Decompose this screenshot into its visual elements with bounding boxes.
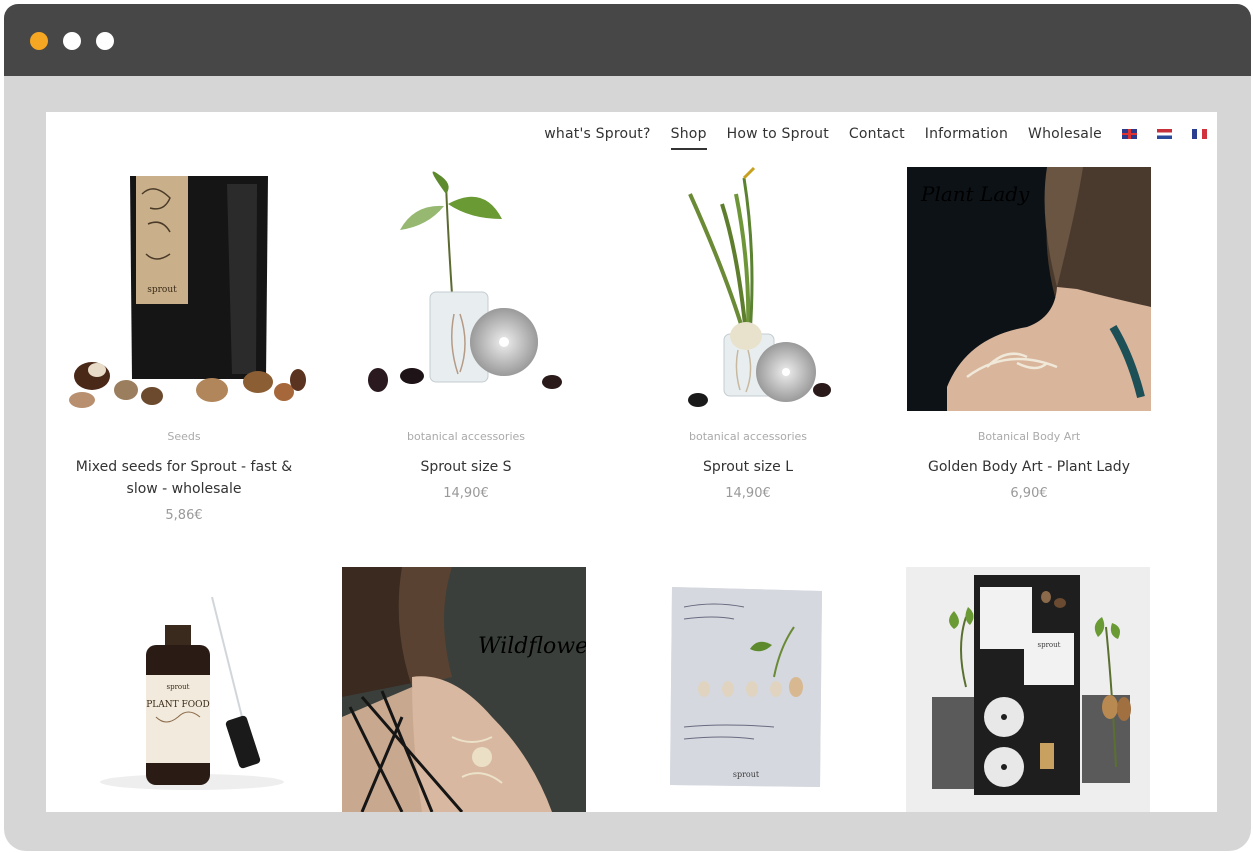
fr-flag-icon[interactable] — [1192, 129, 1207, 139]
svg-text:Wildflower: Wildflower — [478, 634, 586, 659]
browser-viewport: what's Sprout? Shop How to Sprout Contac… — [46, 112, 1217, 812]
nav-how-to-sprout[interactable]: How to Sprout — [727, 126, 829, 142]
main-nav: what's Sprout? Shop How to Sprout Contac… — [524, 122, 1207, 150]
product-name[interactable]: Sprout size L — [623, 456, 873, 478]
wildflower-tattoo-image[interactable]: Wildflower — [342, 567, 586, 812]
window-maximize-dot[interactable] — [96, 32, 114, 50]
svg-text:sprout: sprout — [1038, 641, 1061, 649]
product-price: 6,90€ — [1010, 486, 1048, 501]
nl-flag-icon[interactable] — [1157, 129, 1172, 139]
window-close-dot[interactable] — [30, 32, 48, 50]
product-name[interactable]: Mixed seeds for Sprout - fast & slow - w… — [59, 456, 309, 500]
product-category: Seeds — [167, 430, 201, 443]
nav-wholesale[interactable]: Wholesale — [1028, 126, 1102, 142]
product-category: botanical accessories — [688, 430, 807, 443]
plant-lady-image[interactable]: Plant Lady — [907, 167, 1151, 411]
window-minimize-dot[interactable] — [63, 32, 81, 50]
nav-contact[interactable]: Contact — [849, 126, 905, 142]
sprout-size-s-image[interactable] — [344, 164, 588, 408]
nav-information[interactable]: Information — [925, 126, 1008, 142]
svg-text:sprout: sprout — [733, 770, 760, 779]
plant-food-bottle-image[interactable]: sprout PLANT FOOD — [62, 567, 306, 812]
sprout-gift-box-image[interactable]: sprout — [906, 567, 1150, 812]
product-price: 14,90€ — [725, 486, 771, 501]
product-price: 5,86€ — [165, 508, 203, 523]
window-titlebar — [4, 4, 1251, 76]
product-category: botanical accessories — [406, 430, 525, 443]
nav-shop[interactable]: Shop — [670, 126, 707, 150]
svg-text:PLANT FOOD: PLANT FOOD — [146, 700, 210, 710]
sprout-size-l-image[interactable] — [626, 164, 870, 408]
product-name[interactable]: Golden Body Art - Plant Lady — [904, 456, 1154, 478]
svg-text:sprout: sprout — [147, 285, 177, 295]
product-price: 14,90€ — [443, 486, 489, 501]
product-category: Botanical Body Art — [977, 430, 1081, 443]
seeds-bag-image[interactable]: sprout — [62, 164, 306, 408]
uk-flag-icon[interactable] — [1122, 129, 1137, 139]
svg-text:sprout: sprout — [167, 683, 190, 691]
nav-whats-sprout[interactable]: what's Sprout? — [544, 126, 650, 142]
svg-text:Plant Lady: Plant Lady — [920, 182, 1030, 206]
sprout-book-image[interactable]: sprout — [624, 567, 868, 812]
product-name[interactable]: Sprout size S — [341, 456, 591, 478]
